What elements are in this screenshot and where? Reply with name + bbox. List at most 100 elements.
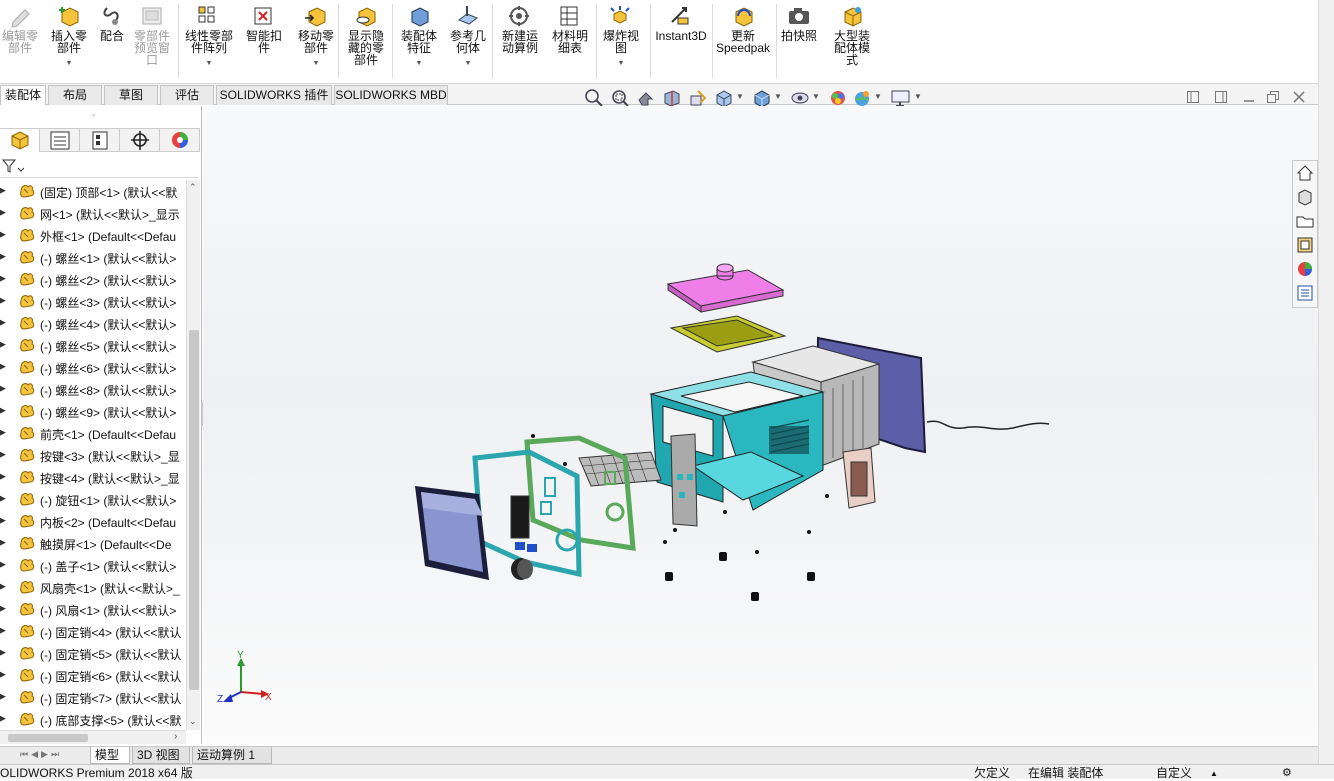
expand-arrow-icon[interactable]: ▶ <box>0 383 6 394</box>
expand-arrow-icon[interactable]: ▶ <box>0 581 6 592</box>
filter-icon[interactable] <box>2 158 24 174</box>
expand-arrow-icon[interactable]: ▶ <box>0 537 6 548</box>
tree-item[interactable]: ▶ (-) 旋钮<1> (默认<<默认> <box>0 488 186 510</box>
design-library-icon[interactable] <box>1295 187 1315 207</box>
tab-4[interactable]: SOLIDWORKS 插件 <box>216 85 332 105</box>
scroll-right-icon[interactable]: › <box>174 731 177 742</box>
tree-item[interactable]: ▶ (-) 风扇<1> (默认<<默认> <box>0 598 186 620</box>
tab-0[interactable]: 装配体 <box>0 85 46 105</box>
tab-2[interactable]: 草图 <box>104 85 158 105</box>
tree-item[interactable]: ▶ (-) 固定销<4> (默认<<默认 <box>0 620 186 642</box>
expand-arrow-icon[interactable]: ▶ <box>0 669 6 680</box>
expand-arrow-icon[interactable]: ▶ <box>0 559 6 570</box>
snapshot-button[interactable]: 拍快照 <box>778 4 820 42</box>
tree-item[interactable]: ▶ 按键<4> (默认<<默认>_显 <box>0 466 186 488</box>
dimxpert-manager-tab[interactable] <box>120 129 160 152</box>
expand-arrow-icon[interactable]: ▶ <box>0 493 6 504</box>
tree-item[interactable]: ▶ (-) 螺丝<1> (默认<<默认> <box>0 246 186 268</box>
dynamic-annotation-icon[interactable] <box>688 88 708 108</box>
expand-arrow-icon[interactable]: ▶ <box>0 251 6 262</box>
show-hidden-button[interactable]: 显示隐 藏的零 部件 <box>342 4 390 66</box>
expand-arrow-icon[interactable]: ▶ <box>0 515 6 526</box>
expand-arrow-icon[interactable]: ▶ <box>0 603 6 614</box>
close-icon[interactable] <box>1292 90 1306 104</box>
chevron-down-icon[interactable]: ▼ <box>446 58 490 70</box>
scroll-up-icon[interactable]: ⌃ <box>189 182 197 193</box>
scroll-thumb[interactable] <box>8 734 88 742</box>
smart-fasteners-button[interactable]: 智能扣件 <box>242 4 286 54</box>
bottom-tab-1[interactable]: 3D 视图 <box>132 747 190 764</box>
chevron-down-icon[interactable]: ▼ <box>292 58 340 70</box>
chevron-down-icon[interactable]: ▼ <box>914 92 922 101</box>
bottom-tab-0[interactable]: 模型 <box>90 747 130 764</box>
tree-item[interactable]: ▶ (-) 螺丝<2> (默认<<默认> <box>0 268 186 290</box>
expand-arrow-icon[interactable]: ▶ <box>0 273 6 284</box>
tree-horizontal-scrollbar[interactable]: › <box>0 730 186 744</box>
tab-3[interactable]: 评估 <box>160 85 214 105</box>
move-component-button[interactable]: 移动零 部件 ▼ <box>292 4 340 70</box>
tree-item[interactable]: ▶ (-) 螺丝<3> (默认<<默认> <box>0 290 186 312</box>
zoom-to-area-icon[interactable] <box>610 88 630 108</box>
tree-vertical-scrollbar[interactable]: ⌃ ⌄ <box>186 180 200 730</box>
tree-item[interactable]: ▶ (固定) 顶部<1> (默认<<默 <box>0 180 186 202</box>
tile-left-icon[interactable] <box>1186 90 1200 104</box>
tree-item[interactable]: ▶ 外框<1> (Default<<Defau <box>0 224 186 246</box>
display-manager-tab[interactable] <box>160 129 200 152</box>
chevron-down-icon[interactable]: ▼ <box>812 92 820 101</box>
tree-item[interactable]: ▶ (-) 固定销<7> (默认<<默认 <box>0 686 186 708</box>
tab-5[interactable]: SOLIDWORKS MBD <box>334 85 448 105</box>
chevron-down-icon[interactable]: ▼ <box>874 92 882 101</box>
expand-arrow-icon[interactable]: ▶ <box>0 361 6 372</box>
bottom-tab-2[interactable]: 运动算例 1 <box>192 747 272 764</box>
tree-item[interactable]: ▶ 按键<3> (默认<<默认>_显 <box>0 444 186 466</box>
property-manager-tab[interactable] <box>40 129 80 152</box>
expand-arrow-icon[interactable]: ▶ <box>0 295 6 306</box>
previous-view-icon[interactable] <box>636 88 656 108</box>
exploded-view-button[interactable]: 爆炸视图 ▼ <box>598 4 644 70</box>
update-speedpak-button[interactable]: 更新 Speedpak <box>714 4 772 54</box>
component-preview-button[interactable]: 零部件 预览窗口 <box>130 4 174 66</box>
mate-button[interactable]: 配合 <box>96 4 128 42</box>
chevron-down-icon[interactable]: ▼ <box>736 92 744 101</box>
tree-item[interactable]: ▶ 前壳<1> (Default<<Defau <box>0 422 186 444</box>
bom-button[interactable]: 材料明 细表 <box>548 4 592 54</box>
restore-icon[interactable] <box>1266 90 1280 104</box>
chevron-down-icon[interactable]: ▼ <box>178 58 240 70</box>
minimize-icon[interactable] <box>1242 90 1256 104</box>
chevron-down-icon[interactable]: ▼ <box>774 92 782 101</box>
tree-item[interactable]: ▶ 触摸屏<1> (Default<<De <box>0 532 186 554</box>
scroll-down-icon[interactable]: ⌄ <box>189 716 197 727</box>
tab-scroll-arrows-icon[interactable]: ⏮◀▶⏭ <box>20 749 62 760</box>
solidworks-resources-home-icon[interactable] <box>1295 163 1315 183</box>
tree-item[interactable]: ▶ (-) 螺丝<5> (默认<<默认> <box>0 334 186 356</box>
tree-item[interactable]: ▶ (-) 螺丝<6> (默认<<默认> <box>0 356 186 378</box>
expand-arrow-icon[interactable]: ▶ <box>0 471 6 482</box>
expand-arrow-icon[interactable]: ▶ <box>0 405 6 416</box>
tree-item[interactable]: ▶ (-) 盖子<1> (默认<<默认> <box>0 554 186 576</box>
tree-item[interactable]: ▶ (-) 固定销<6> (默认<<默认 <box>0 664 186 686</box>
expand-arrow-icon[interactable]: ▶ <box>0 625 6 636</box>
instant3d-button[interactable]: Instant3D <box>652 4 710 42</box>
expand-arrow-icon[interactable]: ▶ <box>0 317 6 328</box>
appearances-scenes-icon[interactable] <box>1295 259 1315 279</box>
expand-arrow-icon[interactable]: ▶ <box>0 427 6 438</box>
custom-properties-icon[interactable] <box>1295 283 1315 303</box>
tree-item[interactable]: ▶ 网<1> (默认<<默认>_显示 <box>0 202 186 224</box>
configuration-manager-tab[interactable] <box>80 129 120 152</box>
tree-item[interactable]: ▶ (-) 螺丝<8> (默认<<默认> <box>0 378 186 400</box>
display-style-icon[interactable] <box>752 88 772 108</box>
chevron-down-icon[interactable]: ▼ <box>598 58 644 70</box>
expand-arrow-icon[interactable]: ▶ <box>0 691 6 702</box>
linear-pattern-button[interactable]: 线性零部 件阵列 ▼ <box>178 4 240 70</box>
edit-appearance-icon[interactable] <box>828 88 848 108</box>
expand-arrow-icon[interactable]: ▶ <box>0 339 6 350</box>
tree-item[interactable]: ▶ 内板<2> (Default<<Defau <box>0 510 186 532</box>
edit-part-button[interactable]: 编辑零 部件 <box>0 4 40 54</box>
apply-scene-icon[interactable] <box>852 88 872 108</box>
insert-parts-button[interactable]: 插入零 部件 ▼ <box>46 4 92 70</box>
large-assembly-button[interactable]: 大型装 配体模式 <box>828 4 876 66</box>
chevron-down-icon[interactable]: ▼ <box>46 58 92 70</box>
assembly-features-button[interactable]: 装配体 特征 ▼ <box>396 4 442 70</box>
zoom-to-fit-icon[interactable] <box>584 88 604 108</box>
tree-item[interactable]: ▶ (-) 固定销<5> (默认<<默认 <box>0 642 186 664</box>
